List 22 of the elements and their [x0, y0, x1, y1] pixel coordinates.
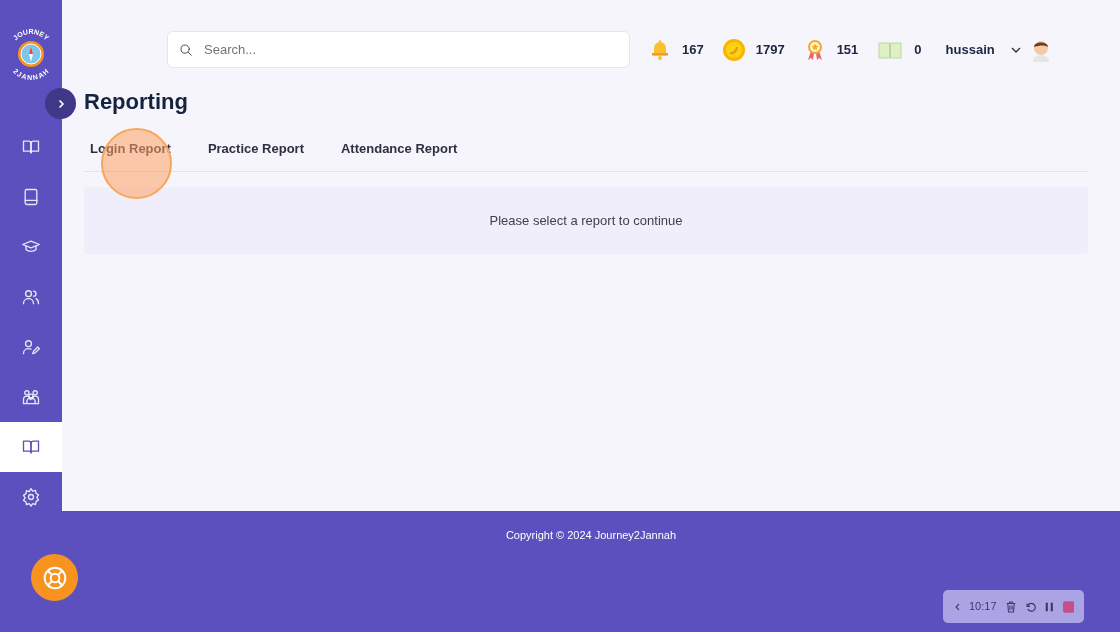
report-tab[interactable]: Practice Report — [207, 139, 304, 159]
stat-count: 0 — [914, 40, 922, 59]
page-title: Reporting — [84, 89, 189, 116]
stat-count: 151 — [836, 40, 859, 59]
users-icon — [21, 287, 41, 307]
info-message: Please select a report to continue — [84, 186, 1088, 254]
chevron-down-icon[interactable] — [1010, 46, 1021, 53]
gear-icon — [21, 487, 41, 507]
report-tab[interactable]: Attendance Report — [341, 139, 458, 159]
lifebuoy-icon — [41, 564, 68, 591]
recorder-time: 10:17 — [969, 599, 997, 615]
user-name: hussain — [945, 40, 995, 59]
chevron-left-icon[interactable] — [955, 601, 960, 612]
sidebar-item[interactable] — [0, 422, 62, 472]
stat-count: 167 — [682, 40, 704, 59]
stat-count: 1797 — [755, 40, 785, 59]
search-field[interactable]: Search... — [167, 31, 630, 68]
coin-icon — [721, 37, 746, 62]
group-icon — [21, 387, 41, 407]
user-pencil-icon — [21, 337, 41, 357]
sidebar-toggle-button[interactable] — [45, 88, 76, 119]
trash-icon[interactable] — [1005, 598, 1016, 615]
